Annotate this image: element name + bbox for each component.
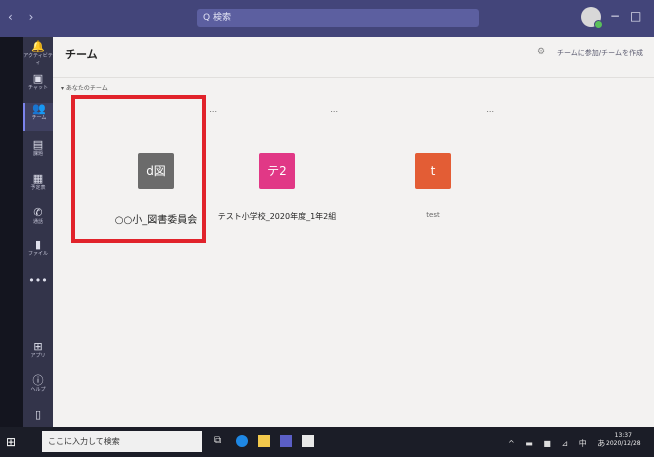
nav-back-forward[interactable]: ‹ › xyxy=(8,10,39,24)
task-view-icon[interactable]: ⧉ xyxy=(214,435,226,447)
team-card[interactable]: ... t test xyxy=(368,99,498,239)
rail-item-label: 課題 xyxy=(32,151,43,157)
team-name: test xyxy=(426,211,440,219)
more-options-icon[interactable]: ... xyxy=(486,105,494,114)
team-name: テスト小学校_2020年度_1年2組 xyxy=(217,212,337,221)
more-icon: ••• xyxy=(28,274,48,287)
bell-icon: 🔔 xyxy=(31,40,45,53)
rail-item-files[interactable]: ▮ ファイル xyxy=(23,239,53,258)
minimize-button[interactable]: − xyxy=(610,9,620,23)
join-create-team-button[interactable]: チームに参加/チームを作成 xyxy=(557,48,643,58)
clock-date: 2020/12/28 xyxy=(606,440,641,447)
device-icon: ▯ xyxy=(34,408,42,421)
calendar-icon: ▦ xyxy=(32,172,44,185)
help-icon: ⓘ xyxy=(32,374,44,387)
highlight-box xyxy=(71,95,206,243)
rail-item-calls[interactable]: ✆ 通話 xyxy=(23,207,53,226)
search-input[interactable]: Q 検索 xyxy=(197,9,479,27)
rail-item-apps[interactable]: ⊞ アプリ xyxy=(23,341,53,360)
file-explorer-icon[interactable] xyxy=(258,435,270,447)
rail-item-more[interactable]: ••• xyxy=(23,275,53,287)
teams-icon: 👥 xyxy=(32,102,46,115)
rail-item-label: チャット xyxy=(28,85,48,91)
assignments-icon: ▤ xyxy=(32,138,44,151)
team-avatar: テ2 xyxy=(259,153,295,189)
settings-icon[interactable]: ⚙ xyxy=(537,47,545,57)
rail-item-label: 通話 xyxy=(32,219,43,225)
chat-icon: ▣ xyxy=(32,72,44,85)
clock-time: 13:37 xyxy=(614,432,632,439)
team-avatar: t xyxy=(415,153,451,189)
section-header[interactable]: ▾ あなたのチーム xyxy=(61,83,108,92)
rail-item-label: チーム xyxy=(31,115,47,121)
window-edge xyxy=(0,37,23,427)
apps-icon: ⊞ xyxy=(33,340,43,353)
edge-browser-icon[interactable] xyxy=(236,435,248,447)
rail-item-label: ファイル xyxy=(27,251,48,257)
page-title: チーム xyxy=(65,48,98,61)
rail-item-chat[interactable]: ▣ チャット xyxy=(23,73,53,92)
rail-item-label: アクティビティ xyxy=(23,53,53,66)
team-card[interactable]: ... テ2 テスト小学校_2020年度_1年2組 xyxy=(212,99,342,239)
teams-app-icon[interactable] xyxy=(280,435,292,447)
store-icon[interactable] xyxy=(302,435,314,447)
divider xyxy=(53,77,654,78)
rail-item-label: アプリ xyxy=(30,353,46,359)
file-icon: ▮ xyxy=(34,238,42,251)
system-tray[interactable]: ^ ▬ ■ ⊿ 中 あ xyxy=(508,438,609,449)
rail-item-assignments[interactable]: ▤ 課題 xyxy=(23,139,53,158)
rail-item-teams[interactable]: 👥 チーム xyxy=(23,103,53,131)
rail-item-label: 予定表 xyxy=(30,185,46,191)
rail-item-help[interactable]: ⓘ ヘルプ xyxy=(23,375,53,394)
maximize-button[interactable]: □ xyxy=(630,9,641,23)
rail-item-label: ヘルプ xyxy=(30,387,46,393)
windows-start-icon[interactable]: ⊞ xyxy=(6,436,18,448)
rail-item-device[interactable]: ▯ xyxy=(23,409,53,421)
app-rail: 🔔 アクティビティ ▣ チャット 👥 チーム ▤ 課題 ▦ 予定表 ✆ 通話 ▮… xyxy=(23,37,53,427)
rail-item-calendar[interactable]: ▦ 予定表 xyxy=(23,173,53,192)
clock[interactable]: 13:37 2020/12/28 xyxy=(606,432,641,448)
phone-icon: ✆ xyxy=(33,206,43,219)
taskbar-search-input[interactable]: ここに入力して検索 xyxy=(42,431,202,452)
rail-item-activity[interactable]: 🔔 アクティビティ xyxy=(23,41,53,67)
presence-status-icon xyxy=(594,20,603,29)
more-options-icon[interactable]: ... xyxy=(330,105,338,114)
